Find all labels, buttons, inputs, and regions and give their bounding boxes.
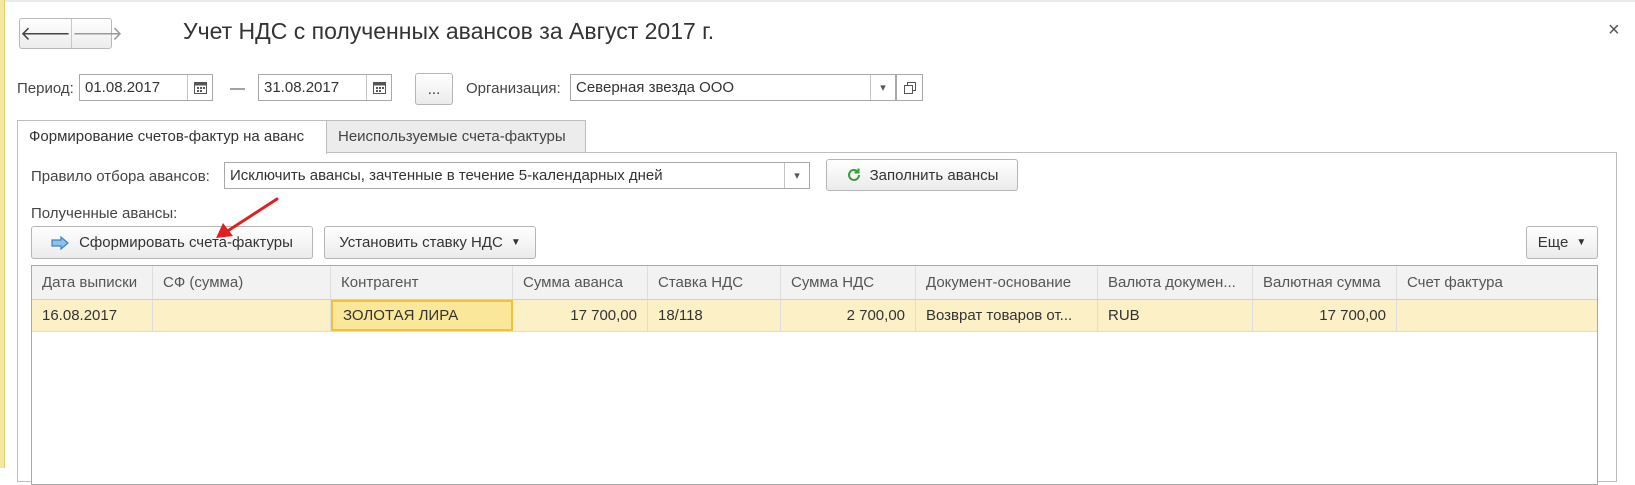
fill-advances-label: Заполнить авансы (869, 166, 999, 184)
organization-field[interactable]: Северная звезда ООО ▾ (570, 74, 896, 101)
top-divider (5, 0, 1635, 2)
column-header[interactable]: Сумма НДС (781, 266, 916, 299)
chevron-down-icon[interactable]: ▾ (784, 163, 809, 188)
cell-counterparty[interactable]: ЗОЛОТАЯ ЛИРА (331, 300, 513, 331)
rule-label: Правило отбора авансов: (31, 168, 210, 185)
tab-advance-invoices[interactable]: Формирование счетов-фактур на аванс (17, 120, 327, 154)
cell-vat-amount[interactable]: 2 700,00 (781, 300, 916, 331)
rule-value[interactable]: Исключить авансы, зачтенные в течение 5-… (225, 163, 784, 188)
chevron-down-icon: ▼ (1576, 237, 1587, 248)
table-row[interactable]: 16.08.2017 ЗОЛОТАЯ ЛИРА 17 700,00 18/118… (32, 300, 1597, 332)
close-icon[interactable]: × (1608, 19, 1620, 42)
cell-currency-amount[interactable]: 17 700,00 (1253, 300, 1397, 331)
received-advances-label: Полученные авансы: (31, 205, 178, 222)
cell-advance-amount[interactable]: 17 700,00 (513, 300, 648, 331)
column-header[interactable]: Документ-основание (916, 266, 1098, 299)
period-dash: — (230, 80, 245, 97)
fill-advances-button[interactable]: Заполнить авансы (826, 159, 1018, 191)
rule-select[interactable]: Исключить авансы, зачтенные в течение 5-… (224, 162, 810, 189)
forward-button[interactable]: 🡒 (70, 19, 123, 48)
period-label: Период: (17, 80, 74, 97)
chevron-down-icon: ▼ (510, 237, 521, 248)
calendar-icon[interactable] (366, 75, 391, 100)
refresh-icon (847, 168, 860, 181)
column-header[interactable]: Дата выписки (32, 266, 153, 299)
column-header[interactable]: Валюта докумен... (1098, 266, 1253, 299)
more-menu-button[interactable]: Еще ▼ (1526, 226, 1598, 259)
page-title: Учет НДС с полученных авансов за Август … (183, 18, 715, 44)
organization-label: Организация: (466, 80, 561, 97)
arrow-right-icon (51, 235, 70, 250)
cell-currency[interactable]: RUB (1098, 300, 1253, 331)
set-vat-rate-label: Установить ставку НДС (339, 234, 503, 251)
left-edge-strip (0, 0, 5, 468)
column-header[interactable]: СФ (сумма) (153, 266, 331, 299)
back-arrow-icon: 🡐 (20, 23, 71, 45)
create-invoices-button[interactable]: Сформировать счета-фактуры (31, 226, 313, 259)
period-from-value[interactable]: 01.08.2017 (80, 75, 187, 100)
column-header[interactable]: Валютная сумма (1253, 266, 1397, 299)
column-header[interactable]: Счет фактура (1397, 266, 1597, 299)
column-header[interactable]: Ставка НДС (648, 266, 781, 299)
chevron-down-icon[interactable]: ▾ (870, 75, 895, 100)
tab-unused-invoices[interactable]: Неиспользуемые счета-фактуры (326, 120, 586, 153)
calendar-icon[interactable] (187, 75, 212, 100)
column-header[interactable]: Контрагент (331, 266, 513, 299)
open-form-icon (903, 81, 916, 94)
period-from-field[interactable]: 01.08.2017 (79, 74, 213, 101)
nav-buttons: 🡐 🡒 (19, 18, 123, 49)
period-to-value[interactable]: 31.08.2017 (259, 75, 366, 100)
table-header: Дата выписки СФ (сумма) Контрагент Сумма… (32, 266, 1597, 300)
cell-base-document[interactable]: Возврат товаров от... (916, 300, 1098, 331)
cell-date[interactable]: 16.08.2017 (32, 300, 153, 331)
period-to-field[interactable]: 31.08.2017 (258, 74, 392, 101)
set-vat-rate-button[interactable]: Установить ставку НДС ▼ (324, 226, 536, 259)
forward-arrow-icon: 🡒 (71, 23, 123, 45)
open-form-button[interactable] (896, 74, 923, 101)
create-invoices-label: Сформировать счета-фактуры (79, 234, 293, 251)
cell-invoice[interactable] (1397, 300, 1597, 331)
cell-invoice-amount[interactable] (153, 300, 331, 331)
more-menu-label: Еще (1537, 234, 1569, 251)
organization-value[interactable]: Северная звезда ООО (571, 75, 870, 100)
period-select-button[interactable]: ... (415, 73, 453, 105)
cell-vat-rate[interactable]: 18/118 (648, 300, 781, 331)
back-button[interactable]: 🡐 (20, 19, 71, 48)
column-header[interactable]: Сумма аванса (513, 266, 648, 299)
advances-table: Дата выписки СФ (сумма) Контрагент Сумма… (31, 265, 1598, 485)
